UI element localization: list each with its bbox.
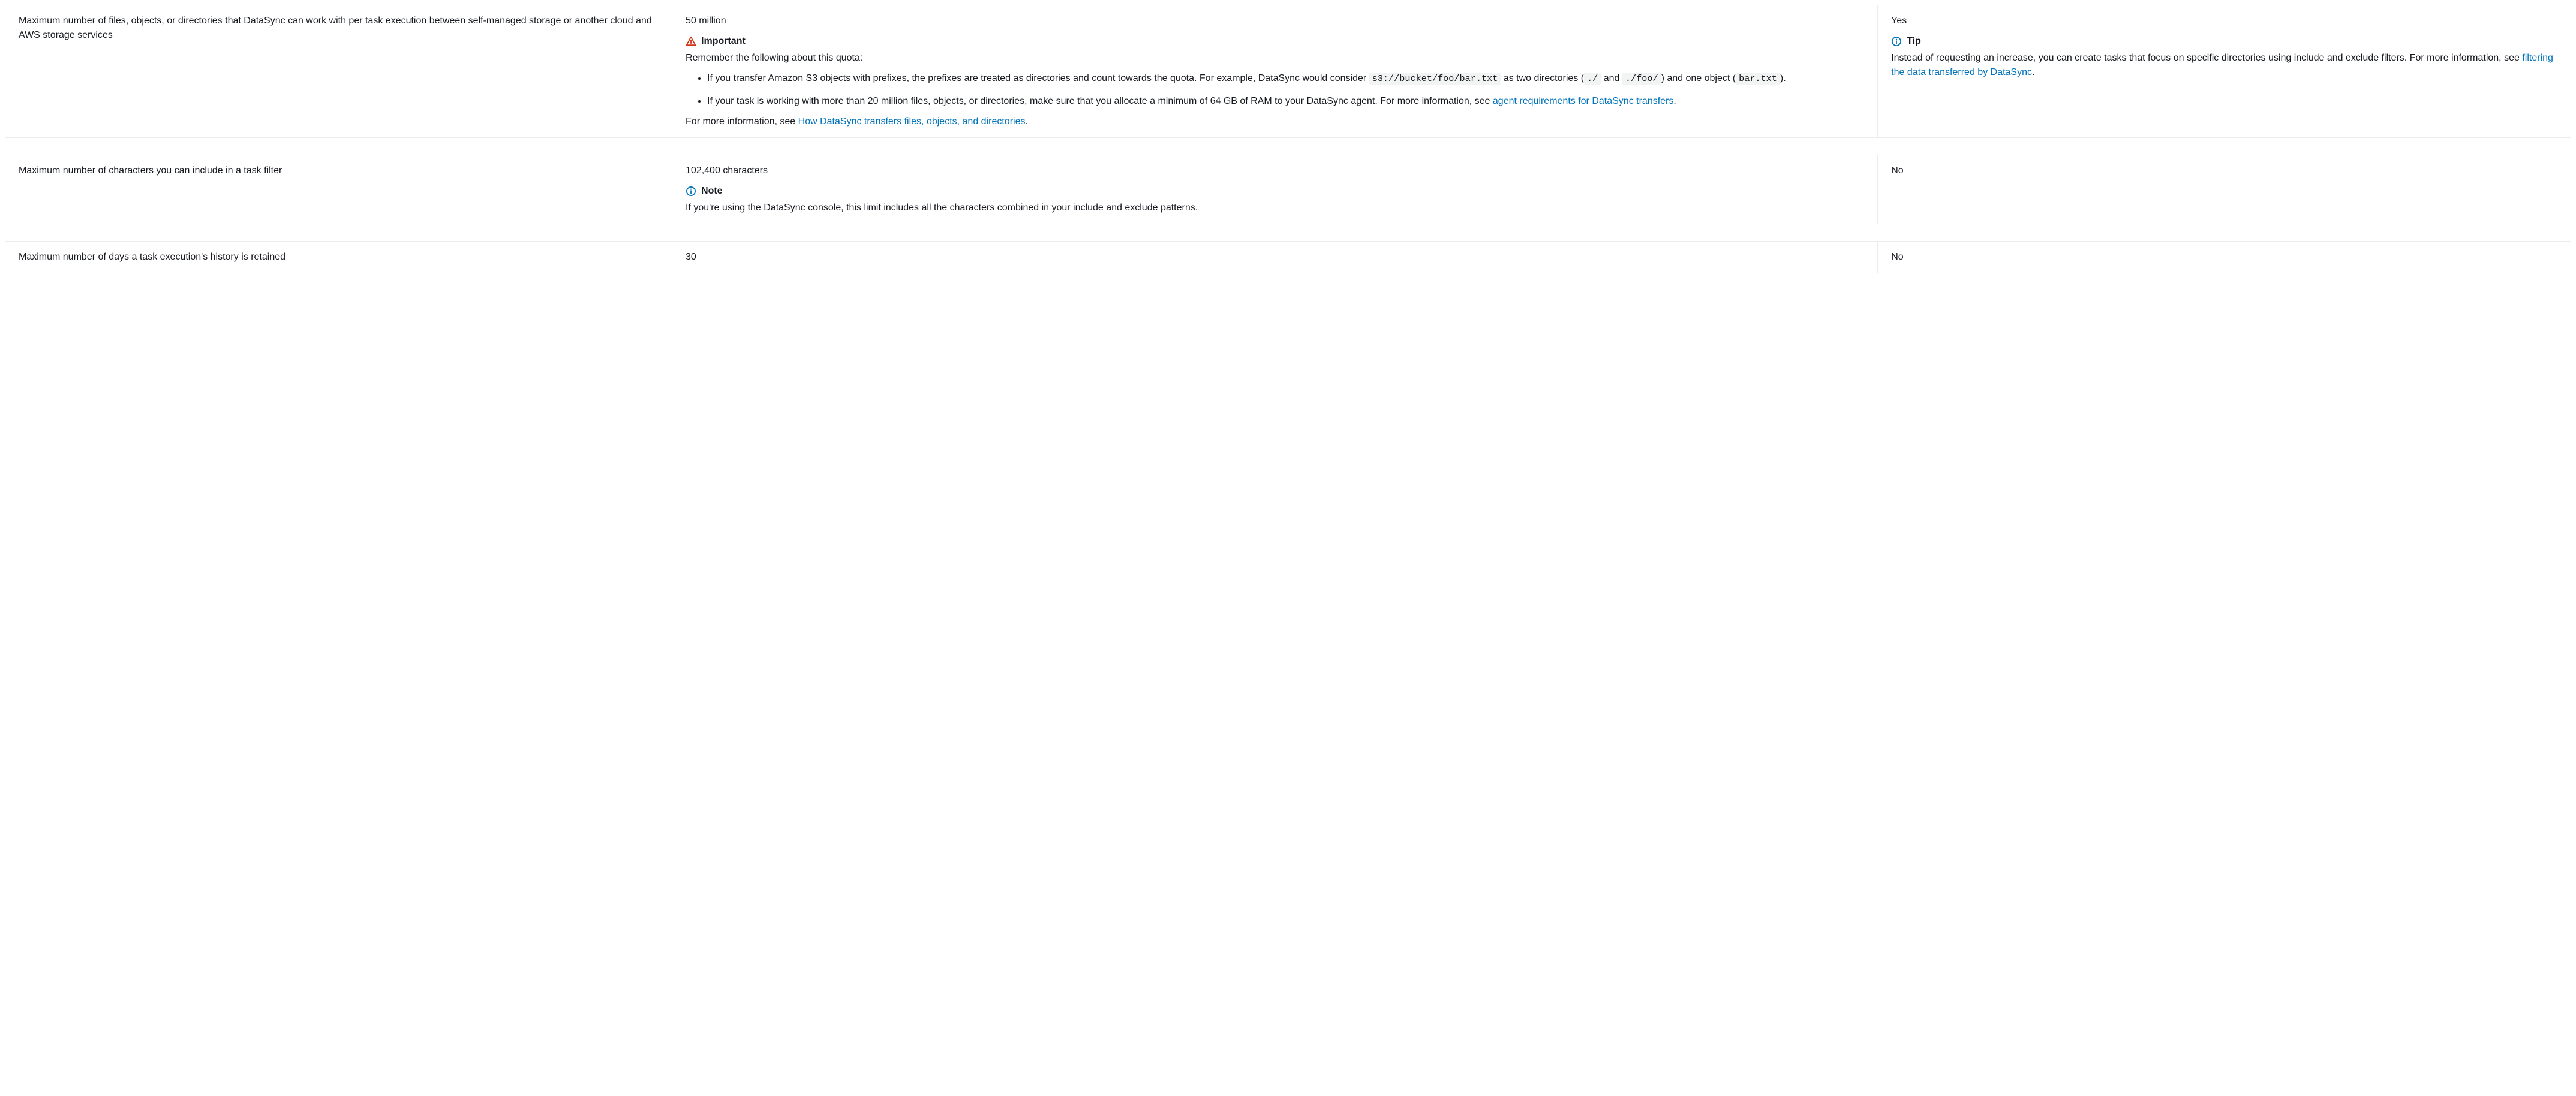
list-item: If your task is working with more than 2… <box>707 94 1864 109</box>
table-row: Maximum number of days a task execution'… <box>5 241 2571 273</box>
warning-triangle-icon <box>686 36 696 47</box>
info-circle-icon <box>686 186 696 197</box>
callout-body: Remember the following about this quota:… <box>686 51 1864 129</box>
callout-title: Tip <box>1907 34 1921 49</box>
info-circle-icon <box>1891 36 1902 47</box>
link-how-transfers[interactable]: How DataSync transfers files, objects, a… <box>798 116 1026 127</box>
code-snippet: ./foo/ <box>1622 73 1661 85</box>
table-row: Maximum number of files, objects, or dir… <box>5 5 2571 138</box>
adjustable-cell: No <box>1878 155 2571 224</box>
callout-title: Important <box>701 34 746 49</box>
quota-description: Maximum number of characters you can inc… <box>5 155 672 224</box>
quota-value-cell: 102,400 characters Note If you're using … <box>672 155 1878 224</box>
quota-value-cell: 50 million Important Remember the follow… <box>672 5 1878 137</box>
list-item: If you transfer Amazon S3 objects with p… <box>707 71 1864 86</box>
adjustable-value: No <box>1891 252 1903 262</box>
important-callout: Important Remember the following about t… <box>686 34 1864 129</box>
adjustable-value: Yes <box>1891 14 2557 28</box>
table-row: Maximum number of characters you can inc… <box>5 155 2571 224</box>
code-snippet: ./ <box>1584 73 1601 85</box>
callout-body: If you're using the DataSync console, th… <box>686 201 1864 215</box>
callout-header: Tip <box>1891 34 2557 49</box>
quota-value-cell: 30 <box>672 242 1878 273</box>
callout-list: If you transfer Amazon S3 objects with p… <box>686 71 1864 109</box>
adjustable-value: No <box>1891 165 1903 176</box>
callout-header: Note <box>686 184 1864 198</box>
callout-header: Important <box>686 34 1864 49</box>
quota-value: 30 <box>686 252 696 262</box>
adjustable-cell: No <box>1878 242 2571 273</box>
adjustable-cell: Yes Tip Instead of requesting an increas… <box>1878 5 2571 137</box>
quota-value: 50 million <box>686 14 1864 28</box>
link-agent-requirements[interactable]: agent requirements for DataSync transfer… <box>1493 96 1673 106</box>
note-callout: Note If you're using the DataSync consol… <box>686 184 1864 215</box>
quota-value: 102,400 characters <box>686 164 1864 178</box>
callout-more-info: For more information, see How DataSync t… <box>686 115 1864 129</box>
tip-callout: Tip Instead of requesting an increase, y… <box>1891 34 2557 80</box>
callout-intro: Remember the following about this quota: <box>686 53 862 63</box>
callout-body: Instead of requesting an increase, you c… <box>1891 51 2557 80</box>
quota-description: Maximum number of days a task execution'… <box>5 242 672 273</box>
callout-title: Note <box>701 184 723 198</box>
quota-description: Maximum number of files, objects, or dir… <box>5 5 672 137</box>
quota-table: Maximum number of files, objects, or dir… <box>5 5 2571 273</box>
code-snippet: bar.txt <box>1736 73 1780 85</box>
code-snippet: s3://bucket/foo/bar.txt <box>1369 73 1501 85</box>
